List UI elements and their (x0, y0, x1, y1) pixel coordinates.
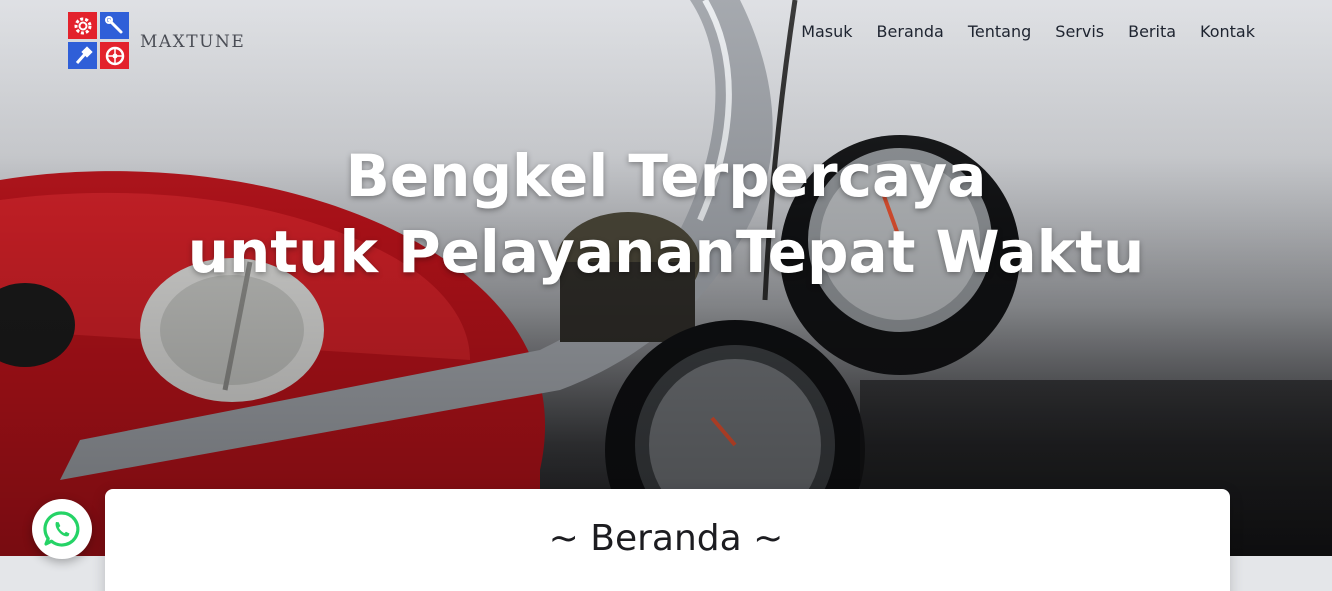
hero-line2-regular: untuk Pelayanan (187, 218, 736, 286)
piston-icon (68, 42, 97, 69)
nav-link-masuk[interactable]: Masuk (801, 22, 852, 41)
main-nav: Masuk Beranda Tentang Servis Berita Kont… (801, 22, 1255, 41)
hero-line2-bold: Tepat Waktu (735, 218, 1145, 286)
brand-logo[interactable]: MAXTUNE (68, 12, 245, 69)
nav-link-servis[interactable]: Servis (1055, 22, 1104, 41)
brand-name: MAXTUNE (140, 31, 246, 52)
logo-grid (68, 12, 129, 69)
whatsapp-button[interactable] (32, 499, 92, 559)
whatsapp-icon (43, 511, 80, 547)
hero-headline: Bengkel Terpercaya untuk PelayananTepat … (0, 138, 1332, 290)
nav-link-beranda[interactable]: Beranda (877, 22, 944, 41)
wrench-icon (100, 12, 129, 39)
top-navbar: MAXTUNE Masuk Beranda Tentang Servis Ber… (0, 0, 1332, 70)
nav-link-tentang[interactable]: Tentang (968, 22, 1031, 41)
nav-link-kontak[interactable]: Kontak (1200, 22, 1255, 41)
nav-link-berita[interactable]: Berita (1128, 22, 1176, 41)
section-title: ~ Beranda ~ (548, 518, 784, 559)
hero-line1-bold: Terpercaya (628, 142, 987, 210)
hero-line1-regular: Bengkel (345, 142, 629, 210)
wheel-icon (100, 42, 129, 69)
gear-icon (68, 12, 97, 39)
